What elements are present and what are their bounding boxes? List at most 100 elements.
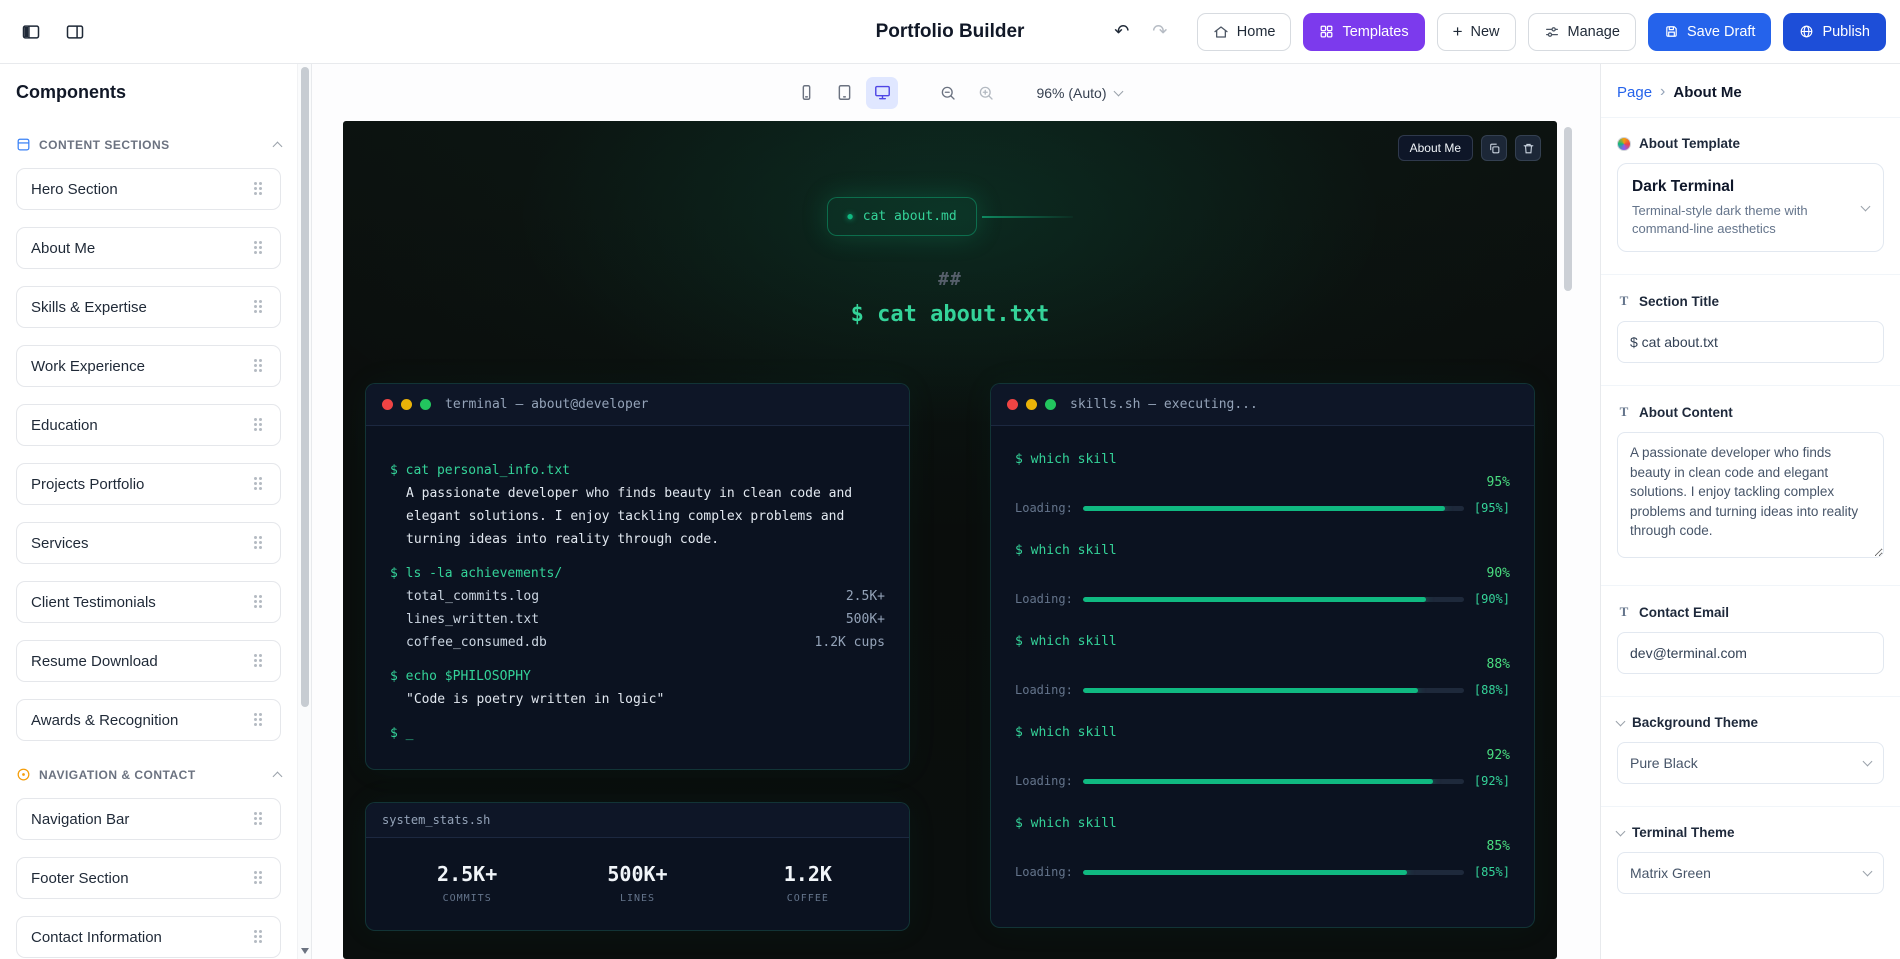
component-item[interactable]: Awards & Recognition	[16, 699, 281, 741]
drag-handle-icon[interactable]	[250, 709, 268, 731]
terminal-line-text: lines_written.txt	[406, 612, 540, 627]
components-sidebar: Components CONTENT SECTIONS Hero Section	[0, 64, 312, 959]
sidebar-scrollbar[interactable]	[297, 64, 311, 959]
zoom-in-button[interactable]	[970, 77, 1002, 109]
component-item[interactable]: Skills & Expertise	[16, 286, 281, 328]
component-item[interactable]: Projects Portfolio	[16, 463, 281, 505]
home-button[interactable]: Home	[1196, 12, 1292, 51]
top-bar: Portfolio Builder ↶ ↷ Home Templates + N…	[0, 0, 1900, 64]
manage-button[interactable]: Manage	[1527, 12, 1636, 51]
template-selector[interactable]: Dark Terminal Terminal-style dark theme …	[1617, 163, 1884, 253]
toggle-right-panel-button[interactable]	[58, 15, 92, 49]
skill-progress: Loading: [92%]	[1015, 770, 1510, 793]
terminal-line: coffee_consumed.db 1.2K cups	[390, 631, 885, 654]
zoom-level-value: 96% (Auto)	[1036, 84, 1107, 101]
save-draft-button[interactable]: Save Draft	[1647, 12, 1772, 51]
system-stats-window: system_stats.sh 2.5K+ COMMITS 500K+ LINE…	[365, 802, 910, 931]
drag-handle-icon[interactable]	[250, 591, 268, 613]
progress-fill	[1082, 870, 1407, 875]
templates-button[interactable]: Templates	[1303, 12, 1425, 51]
section-title-input[interactable]	[1617, 321, 1884, 364]
terminal-line: $ cat personal_info.txt	[390, 459, 885, 482]
breadcrumb-current: About Me	[1673, 83, 1742, 101]
group-header-navigation-contact[interactable]: NAVIGATION & CONTACT	[16, 767, 283, 782]
canvas-preview[interactable]: About Me ● cat about.md ## $ cat about.t…	[343, 121, 1557, 959]
component-item[interactable]: Hero Section	[16, 168, 281, 210]
desktop-view-button[interactable]	[866, 76, 899, 109]
canvas-scrollbar-thumb[interactable]	[1564, 127, 1572, 291]
breadcrumb: Page › About Me	[1601, 64, 1900, 118]
component-item[interactable]: Navigation Bar	[16, 798, 281, 840]
loading-label: Loading:	[1015, 774, 1073, 788]
stat-item: 1.2K COFFEE	[723, 862, 893, 904]
skill-row: $ which skill 90% Loading: [90%]	[1015, 539, 1510, 611]
terminal-titlebar: terminal — about@developer	[366, 384, 909, 426]
background-theme-select[interactable]: Pure Black	[1617, 742, 1884, 785]
drag-handle-icon[interactable]	[250, 650, 268, 672]
scrollbar-thumb[interactable]	[301, 67, 309, 707]
group-label: NAVIGATION & CONTACT	[39, 767, 196, 782]
publish-button[interactable]: Publish	[1783, 12, 1886, 51]
terminal-line: $ ls -la achievements/	[390, 562, 885, 585]
chevron-down-icon	[1860, 201, 1871, 211]
component-item-label: Footer Section	[31, 869, 129, 887]
terminal-theme-select[interactable]: Matrix Green	[1617, 852, 1884, 895]
component-item[interactable]: Education	[16, 404, 281, 446]
mobile-view-button[interactable]	[790, 77, 822, 109]
skill-row: $ which skill 88% Loading: [88%]	[1015, 630, 1510, 702]
delete-section-button[interactable]	[1515, 135, 1541, 161]
progress-fill	[1082, 779, 1434, 784]
contact-email-input[interactable]	[1617, 632, 1884, 675]
component-item[interactable]: Footer Section	[16, 857, 281, 899]
drag-handle-icon[interactable]	[250, 296, 268, 318]
loading-label: Loading:	[1015, 592, 1073, 606]
chevron-down-icon	[1862, 866, 1873, 877]
progress-track	[1082, 506, 1464, 511]
component-item[interactable]: Client Testimonials	[16, 581, 281, 623]
preview-grid: terminal — about@developer $ cat persona…	[343, 383, 1557, 931]
component-item[interactable]: About Me	[16, 227, 281, 269]
drag-handle-icon[interactable]	[250, 926, 268, 948]
stat-label: COMMITS	[442, 893, 492, 904]
phone-icon	[802, 85, 811, 100]
zoom-out-icon	[942, 86, 956, 100]
drag-handle-icon[interactable]	[250, 532, 268, 554]
redo-button[interactable]: ↷	[1143, 15, 1177, 49]
zoom-level-dropdown[interactable]: 96% (Auto)	[1036, 84, 1123, 101]
about-content-textarea[interactable]: A passionate developer who finds beauty …	[1617, 432, 1884, 559]
traffic-green-icon	[1045, 399, 1056, 410]
drag-handle-icon[interactable]	[250, 473, 268, 495]
drag-handle-icon[interactable]	[250, 414, 268, 436]
breadcrumb-page-link[interactable]: Page	[1617, 84, 1652, 101]
drag-handle-icon[interactable]	[250, 867, 268, 889]
drag-handle-icon[interactable]	[250, 355, 268, 377]
loading-label: Loading:	[1015, 865, 1073, 879]
drag-handle-icon[interactable]	[250, 808, 268, 830]
template-section-label: About Template	[1639, 136, 1740, 151]
drag-handle-icon[interactable]	[250, 178, 268, 200]
skill-progress: Loading: [95%]	[1015, 497, 1510, 520]
component-item[interactable]: Work Experience	[16, 345, 281, 387]
duplicate-section-button[interactable]	[1481, 135, 1507, 161]
component-item[interactable]: Contact Information	[16, 916, 281, 958]
undo-button[interactable]: ↶	[1105, 15, 1139, 49]
component-item[interactable]: Services	[16, 522, 281, 564]
tablet-view-button[interactable]	[828, 77, 860, 109]
terminal-dot-icon: ●	[847, 211, 853, 222]
copy-icon	[1489, 143, 1499, 153]
scrollbar-down-arrow-icon[interactable]	[301, 948, 309, 954]
drag-handle-icon[interactable]	[250, 237, 268, 259]
toggle-left-panel-button[interactable]	[14, 15, 48, 49]
canvas-toolbar: 96% (Auto)	[312, 64, 1600, 121]
new-button[interactable]: + New	[1436, 12, 1516, 51]
skill-progress: Loading: [90%]	[1015, 588, 1510, 611]
monitor-icon	[875, 85, 890, 100]
zoom-out-button[interactable]	[932, 77, 964, 109]
group-header-content-sections[interactable]: CONTENT SECTIONS	[16, 137, 283, 152]
terminal-line-text: coffee_consumed.db	[406, 635, 547, 650]
component-item[interactable]: Resume Download	[16, 640, 281, 682]
progress-bracket: [88%]	[1473, 683, 1510, 697]
component-item-label: About Me	[31, 239, 96, 257]
stat-item: 500K+ LINES	[552, 862, 722, 904]
component-item-label: Resume Download	[31, 652, 158, 670]
